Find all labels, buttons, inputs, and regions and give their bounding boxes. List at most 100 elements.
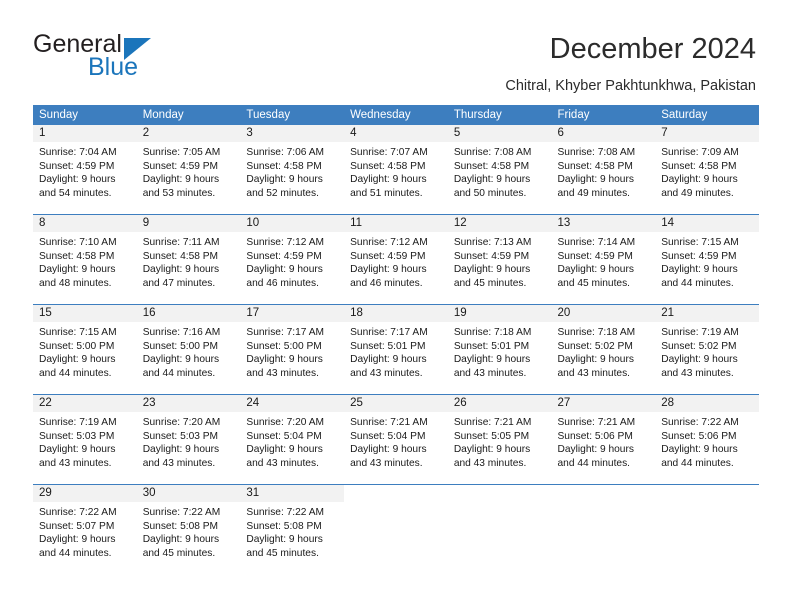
day-cell[interactable]: 5 Sunrise: 7:08 AM Sunset: 4:58 PM Dayli…: [447, 125, 552, 214]
day-number: 17: [240, 305, 345, 322]
sunrise-text: Sunrise: 7:16 AM: [142, 327, 221, 338]
day-cell[interactable]: 29 Sunrise: 7:22 AM Sunset: 5:07 PM Dayl…: [33, 485, 137, 574]
weekday-header-monday: Monday: [142, 109, 184, 121]
day-cell[interactable]: 15 Sunrise: 7:15 AM Sunset: 5:00 PM Dayl…: [33, 305, 137, 394]
day-cell[interactable]: 8 Sunrise: 7:10 AM Sunset: 4:58 PM Dayli…: [33, 215, 137, 304]
day-cell[interactable]: 30 Sunrise: 7:22 AM Sunset: 5:08 PM Dayl…: [136, 485, 241, 574]
daylight-text-line2: and 49 minutes.: [661, 187, 734, 199]
day-details: Sunrise: 7:14 AM Sunset: 4:59 PM Dayligh…: [552, 232, 656, 290]
day-cell[interactable]: 6 Sunrise: 7:08 AM Sunset: 4:58 PM Dayli…: [551, 125, 656, 214]
day-cell[interactable]: 13 Sunrise: 7:14 AM Sunset: 4:59 PM Dayl…: [551, 215, 656, 304]
day-cell[interactable]: 22 Sunrise: 7:19 AM Sunset: 5:03 PM Dayl…: [33, 395, 137, 484]
sunset-text: Sunset: 5:04 PM: [350, 430, 426, 442]
page-subtitle: Chitral, Khyber Pakhtunkhwa, Pakistan: [505, 78, 756, 94]
daylight-text-line1: Daylight: 9 hours: [557, 174, 634, 186]
day-cell[interactable]: 16 Sunrise: 7:16 AM Sunset: 5:00 PM Dayl…: [136, 305, 241, 394]
calendar-grid: Sunday Monday Tuesday Wednesday Thursday…: [33, 105, 759, 574]
daylight-text-line2: and 46 minutes.: [246, 277, 319, 289]
daylight-text-line2: and 45 minutes.: [246, 547, 319, 559]
weekday-header-sunday: Sunday: [39, 109, 79, 121]
day-cell[interactable]: 12 Sunrise: 7:13 AM Sunset: 4:59 PM Dayl…: [447, 215, 552, 304]
day-details: Sunrise: 7:06 AM Sunset: 4:58 PM Dayligh…: [240, 142, 344, 200]
day-details: Sunrise: 7:21 AM Sunset: 5:05 PM Dayligh…: [448, 412, 552, 470]
daylight-text-line2: and 44 minutes.: [557, 457, 631, 469]
day-cell[interactable]: 20 Sunrise: 7:18 AM Sunset: 5:02 PM Dayl…: [551, 305, 656, 394]
sunrise-text: Sunrise: 7:15 AM: [39, 327, 117, 338]
daylight-text-line1: Daylight: 9 hours: [453, 444, 531, 456]
sunrise-text: Sunrise: 7:22 AM: [246, 507, 324, 518]
day-cell[interactable]: 7 Sunrise: 7:09 AM Sunset: 4:58 PM Dayli…: [655, 125, 759, 214]
sunset-text: Sunset: 5:04 PM: [246, 430, 322, 442]
day-details: Sunrise: 7:22 AM Sunset: 5:06 PM Dayligh…: [655, 412, 759, 470]
calendar-week-row: 8 Sunrise: 7:10 AM Sunset: 4:58 PM Dayli…: [33, 214, 759, 304]
daylight-text-line1: Daylight: 9 hours: [350, 174, 427, 186]
day-number: 16: [136, 305, 241, 322]
weekday-header-wednesday: Wednesday: [350, 109, 411, 121]
weekday-header-saturday: Saturday: [661, 109, 708, 121]
calendar-week-row: 29 Sunrise: 7:22 AM Sunset: 5:07 PM Dayl…: [33, 484, 759, 574]
daylight-text-line1: Daylight: 9 hours: [246, 264, 323, 276]
day-details: Sunrise: 7:22 AM Sunset: 5:07 PM Dayligh…: [33, 502, 137, 560]
sunrise-text: Sunrise: 7:20 AM: [142, 417, 221, 428]
day-number: [551, 485, 656, 502]
page-header: General Blue December 2024 Chitral, Khyb…: [0, 0, 792, 100]
day-number: 29: [33, 485, 137, 502]
day-cell[interactable]: 21 Sunrise: 7:19 AM Sunset: 5:02 PM Dayl…: [655, 305, 759, 394]
sunrise-text: Sunrise: 7:22 AM: [142, 507, 221, 518]
day-cell[interactable]: 17 Sunrise: 7:17 AM Sunset: 5:00 PM Dayl…: [240, 305, 345, 394]
day-cell[interactable]: 10 Sunrise: 7:12 AM Sunset: 4:59 PM Dayl…: [240, 215, 345, 304]
sunset-text: Sunset: 4:58 PM: [661, 160, 737, 172]
generalblue-logo[interactable]: General Blue: [33, 31, 263, 86]
day-cell[interactable]: 4 Sunrise: 7:07 AM Sunset: 4:58 PM Dayli…: [344, 125, 448, 214]
daylight-text-line1: Daylight: 9 hours: [246, 354, 323, 366]
sunset-text: Sunset: 5:02 PM: [557, 340, 633, 352]
day-details: Sunrise: 7:15 AM Sunset: 5:00 PM Dayligh…: [33, 322, 137, 380]
sunset-text: Sunset: 4:58 PM: [39, 250, 115, 262]
day-cell[interactable]: 14 Sunrise: 7:15 AM Sunset: 4:59 PM Dayl…: [655, 215, 759, 304]
daylight-text-line2: and 43 minutes.: [453, 457, 527, 469]
sunset-text: Sunset: 5:00 PM: [39, 340, 115, 352]
daylight-text-line2: and 53 minutes.: [142, 187, 216, 199]
day-number: 30: [136, 485, 241, 502]
day-number: 12: [447, 215, 552, 232]
sunset-text: Sunset: 4:58 PM: [246, 160, 322, 172]
day-cell[interactable]: 19 Sunrise: 7:18 AM Sunset: 5:01 PM Dayl…: [447, 305, 552, 394]
day-cell[interactable]: 11 Sunrise: 7:12 AM Sunset: 4:59 PM Dayl…: [344, 215, 448, 304]
daylight-text-line2: and 44 minutes.: [39, 547, 112, 559]
day-cell[interactable]: 28 Sunrise: 7:22 AM Sunset: 5:06 PM Dayl…: [655, 395, 759, 484]
daylight-text-line1: Daylight: 9 hours: [661, 174, 738, 186]
day-cell[interactable]: 31 Sunrise: 7:22 AM Sunset: 5:08 PM Dayl…: [240, 485, 345, 574]
day-cell[interactable]: 18 Sunrise: 7:17 AM Sunset: 5:01 PM Dayl…: [344, 305, 448, 394]
sunrise-text: Sunrise: 7:22 AM: [661, 417, 739, 428]
sunset-text: Sunset: 4:59 PM: [246, 250, 322, 262]
day-cell[interactable]: 23 Sunrise: 7:20 AM Sunset: 5:03 PM Dayl…: [136, 395, 241, 484]
day-details: Sunrise: 7:05 AM Sunset: 4:59 PM Dayligh…: [137, 142, 241, 200]
sunset-text: Sunset: 4:58 PM: [557, 160, 633, 172]
sunset-text: Sunset: 5:08 PM: [142, 520, 219, 532]
day-cell[interactable]: 26 Sunrise: 7:21 AM Sunset: 5:05 PM Dayl…: [447, 395, 552, 484]
day-number: 14: [655, 215, 759, 232]
day-number: 28: [655, 395, 759, 412]
day-cell[interactable]: 3 Sunrise: 7:06 AM Sunset: 4:58 PM Dayli…: [240, 125, 345, 214]
day-number: 26: [447, 395, 552, 412]
day-cell[interactable]: 27 Sunrise: 7:21 AM Sunset: 5:06 PM Dayl…: [551, 395, 656, 484]
daylight-text-line2: and 48 minutes.: [39, 277, 112, 289]
daylight-text-line1: Daylight: 9 hours: [350, 354, 427, 366]
daylight-text-line1: Daylight: 9 hours: [453, 264, 531, 276]
daylight-text-line2: and 44 minutes.: [142, 367, 216, 379]
day-cell[interactable]: 25 Sunrise: 7:21 AM Sunset: 5:04 PM Dayl…: [344, 395, 448, 484]
daylight-text-line1: Daylight: 9 hours: [246, 174, 323, 186]
day-cell[interactable]: 9 Sunrise: 7:11 AM Sunset: 4:58 PM Dayli…: [136, 215, 241, 304]
sunset-text: Sunset: 4:58 PM: [350, 160, 426, 172]
day-cell[interactable]: 1 Sunrise: 7:04 AM Sunset: 4:59 PM Dayli…: [33, 125, 137, 214]
day-cell[interactable]: 24 Sunrise: 7:20 AM Sunset: 5:04 PM Dayl…: [240, 395, 345, 484]
sunrise-text: Sunrise: 7:18 AM: [453, 327, 532, 338]
sunset-text: Sunset: 4:59 PM: [661, 250, 737, 262]
daylight-text-line2: and 43 minutes.: [246, 457, 319, 469]
day-details: Sunrise: 7:12 AM Sunset: 4:59 PM Dayligh…: [240, 232, 344, 290]
sunrise-text: Sunrise: 7:17 AM: [246, 327, 324, 338]
day-number: 2: [136, 125, 241, 142]
day-cell[interactable]: 2 Sunrise: 7:05 AM Sunset: 4:59 PM Dayli…: [136, 125, 241, 214]
day-number: 7: [655, 125, 759, 142]
daylight-text-line1: Daylight: 9 hours: [557, 264, 634, 276]
